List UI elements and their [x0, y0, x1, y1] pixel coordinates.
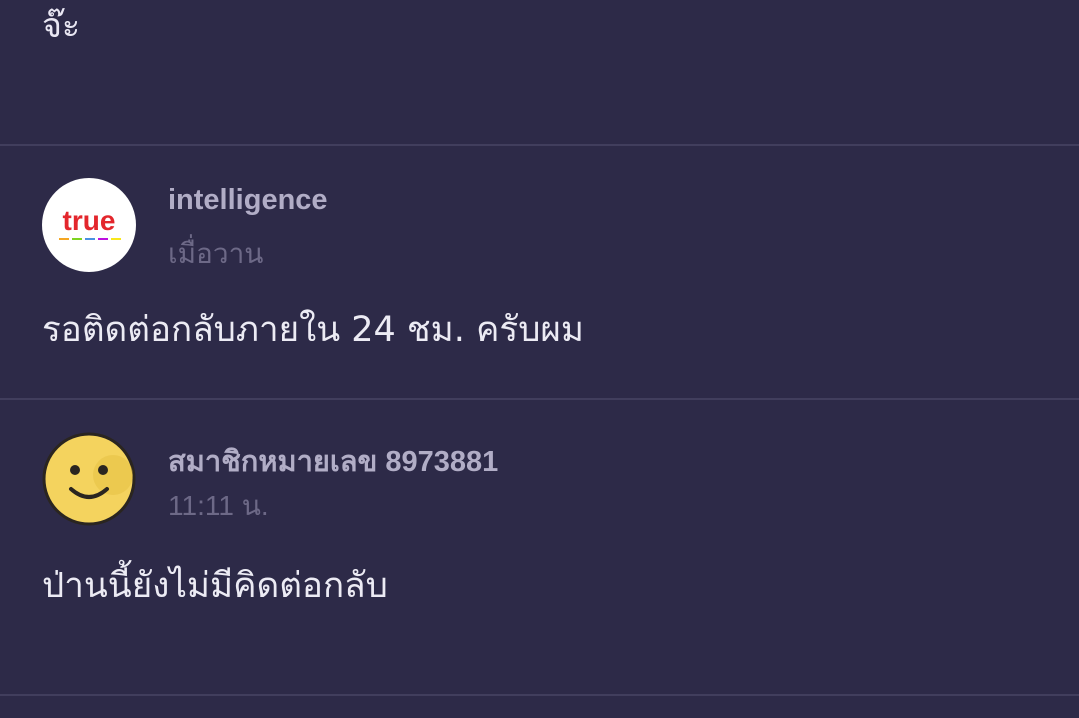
- comment-body: รอติดต่อกลับภายใน 24 ชม. ครับผม: [42, 310, 585, 350]
- true-logo-icon: true: [59, 205, 121, 240]
- comment-author[interactable]: สมาชิกหมายเลข 8973881: [168, 438, 498, 484]
- true-logo-text: true: [63, 205, 116, 236]
- comment-body: ป่านนี้ยังไม่มีคิดต่อกลับ: [42, 566, 388, 606]
- comment-item: true intelligence เมื่อวาน รอติดต่อกลับภ…: [0, 146, 1079, 398]
- comment-author[interactable]: intelligence: [168, 184, 328, 217]
- comment-time: 11:11 น.: [168, 490, 269, 521]
- comment-time: เมื่อวาน: [168, 238, 264, 269]
- avatar[interactable]: [42, 432, 136, 526]
- comment-item: สมาชิกหมายเลข 8973881 11:11 น. ป่านนี้ยั…: [0, 400, 1079, 694]
- smiley-icon: [42, 432, 136, 526]
- avatar[interactable]: true: [42, 178, 136, 272]
- comment-divider: [0, 694, 1079, 696]
- previous-comment-text: จ๊ะ: [42, 6, 81, 46]
